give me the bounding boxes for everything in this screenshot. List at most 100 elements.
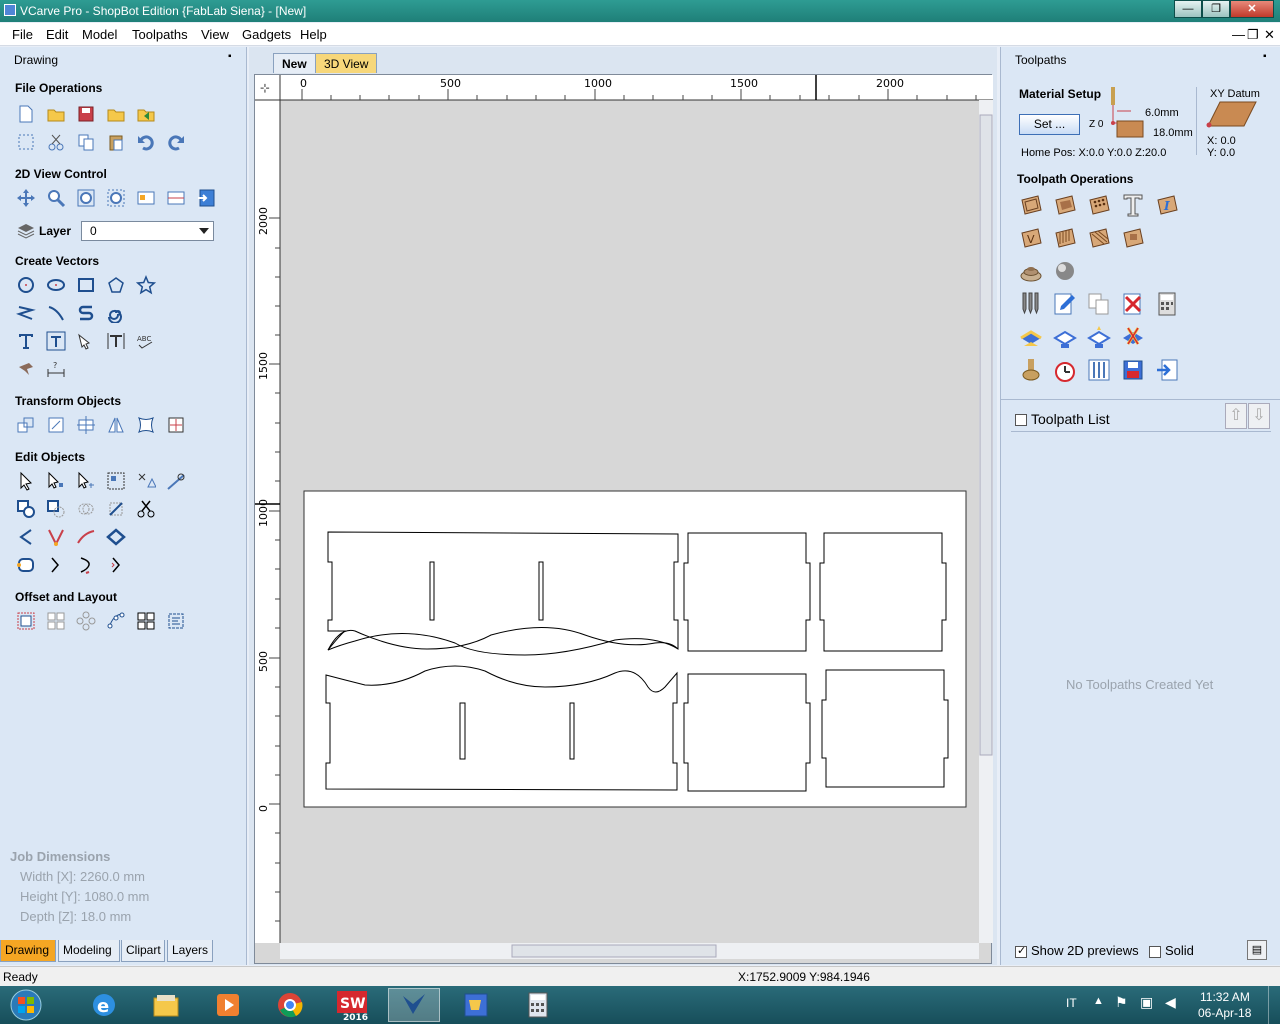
node-edit-icon[interactable]	[45, 470, 67, 492]
text-on-curve-icon[interactable]	[75, 330, 97, 352]
interactive-transform-icon[interactable]	[75, 470, 97, 492]
tab-clipart[interactable]: Clipart	[121, 940, 165, 962]
ungroup-icon[interactable]	[135, 470, 157, 492]
switch-view-icon[interactable]	[195, 187, 217, 209]
volume-icon[interactable]: ◀	[1165, 994, 1176, 1011]
measure-icon[interactable]	[165, 470, 187, 492]
group-icon[interactable]	[105, 470, 127, 492]
new-file-icon[interactable]	[15, 103, 37, 125]
preview-selected-icon[interactable]	[1051, 323, 1079, 351]
profile-toolpath-icon[interactable]	[1017, 191, 1045, 219]
trace-bitmap-icon[interactable]	[15, 358, 37, 380]
menu-file[interactable]: File	[12, 27, 33, 42]
quick-engrave-icon[interactable]	[1119, 191, 1147, 219]
toolpath-template-icon[interactable]	[1085, 356, 1113, 384]
offset-curve-icon[interactable]	[105, 554, 127, 576]
chrome-icon[interactable]	[264, 988, 316, 1022]
vertical-scroll-thumb[interactable]	[979, 114, 993, 756]
tab-3d-view[interactable]: 3D View	[315, 53, 378, 73]
draw-spiral-icon[interactable]	[105, 302, 127, 324]
join-vectors-icon[interactable]	[105, 526, 127, 548]
export-toolpath-icon[interactable]	[1153, 356, 1181, 384]
clock-time[interactable]: 11:32 AM	[1200, 990, 1250, 1004]
offset-icon[interactable]	[15, 610, 37, 632]
draw-text-icon[interactable]	[15, 330, 37, 352]
app-taskbar-icon[interactable]	[450, 988, 502, 1022]
anchor-icon[interactable]	[165, 414, 187, 436]
show-2d-previews-checkbox[interactable]	[1015, 944, 1027, 958]
calculator-icon[interactable]	[1153, 290, 1181, 318]
trim-icon[interactable]	[105, 498, 127, 520]
tab-new[interactable]: New	[273, 53, 316, 73]
mirror-icon[interactable]	[105, 414, 127, 436]
close-button[interactable]: ✕	[1230, 0, 1274, 18]
2d-view[interactable]: 0 500 1000 1500 2000 2000 1500 1000 500 …	[254, 74, 993, 965]
redo-icon[interactable]	[165, 131, 187, 153]
copy-along-vector-icon[interactable]	[105, 610, 127, 632]
vcarve-taskbar-icon[interactable]	[388, 988, 440, 1022]
pin-icon[interactable]: ▪	[1263, 51, 1267, 62]
toolpath-summary-icon[interactable]: ▤	[1247, 940, 1267, 960]
array-copy-icon[interactable]	[45, 610, 67, 632]
extend-icon[interactable]	[45, 526, 67, 548]
open-recent-icon[interactable]	[105, 103, 127, 125]
action-center-icon[interactable]: ⚑	[1115, 994, 1128, 1011]
auto-layout-text-icon[interactable]	[45, 330, 67, 352]
view-options-icon[interactable]	[135, 187, 157, 209]
save-file-icon[interactable]	[75, 103, 97, 125]
clock-date[interactable]: 06-Apr-18	[1198, 1006, 1251, 1020]
solid-option[interactable]: Solid	[1149, 943, 1194, 958]
weld-icon[interactable]	[15, 498, 37, 520]
menu-view[interactable]: View	[201, 27, 229, 42]
solid-checkbox[interactable]	[1149, 945, 1161, 958]
zoom-selected-icon[interactable]	[105, 187, 127, 209]
zoom-icon[interactable]	[45, 187, 67, 209]
show-hidden-icons-icon[interactable]: ▲	[1093, 995, 1104, 1007]
pan-icon[interactable]	[15, 187, 37, 209]
merge-toolpaths-icon[interactable]	[1085, 290, 1113, 318]
tab-layers[interactable]: Layers	[167, 940, 213, 962]
media-player-icon[interactable]	[202, 988, 254, 1022]
2d-canvas[interactable]: 0 500 1000 1500 2000 2000 1500 1000 500 …	[255, 75, 993, 965]
undo-icon[interactable]	[135, 131, 157, 153]
fluting-toolpath-icon[interactable]: V	[1017, 224, 1045, 252]
calculator-taskbar-icon[interactable]	[512, 988, 564, 1022]
align-icon[interactable]	[75, 414, 97, 436]
horizontal-scroll-thumb[interactable]	[511, 944, 717, 958]
dimensions-icon[interactable]: ?	[45, 358, 67, 380]
paste-icon[interactable]	[105, 131, 127, 153]
draw-rectangle-icon[interactable]	[75, 274, 97, 296]
preview-material-icon[interactable]	[1017, 323, 1045, 351]
menu-toolpaths[interactable]: Toolpaths	[132, 27, 188, 42]
texture-toolpath-icon[interactable]	[1051, 224, 1079, 252]
select-pointer-icon[interactable]	[15, 470, 37, 492]
animate-preview-icon[interactable]	[1017, 356, 1045, 384]
moulding-toolpath-icon[interactable]	[1119, 224, 1147, 252]
menu-model[interactable]: Model	[82, 27, 117, 42]
zoom-extents-icon[interactable]	[75, 187, 97, 209]
solidworks-icon[interactable]: SW 2016	[326, 988, 378, 1022]
finishing-toolpath-icon[interactable]	[1051, 257, 1079, 285]
smooth-icon[interactable]	[45, 554, 67, 576]
distort-icon[interactable]	[135, 414, 157, 436]
select-all-icon[interactable]	[15, 131, 37, 153]
spell-check-icon[interactable]: ABC	[135, 330, 157, 352]
import-icon[interactable]	[135, 103, 157, 125]
start-button[interactable]	[0, 988, 52, 1022]
delete-toolpath-icon[interactable]	[1119, 290, 1147, 318]
draw-star-icon[interactable]	[135, 274, 157, 296]
draw-bezier-icon[interactable]	[75, 302, 97, 324]
curve-fit-icon[interactable]	[75, 526, 97, 548]
reset-preview-icon[interactable]	[1119, 323, 1147, 351]
mdi-close-button[interactable]: ✕	[1264, 27, 1275, 43]
file-explorer-icon[interactable]	[140, 988, 192, 1022]
show-2d-previews-option[interactable]: Show 2D previews	[1015, 943, 1139, 958]
cut-icon[interactable]	[45, 131, 67, 153]
menu-help[interactable]: Help	[300, 27, 327, 42]
label-parts-icon[interactable]	[165, 610, 187, 632]
input-language[interactable]: IT	[1066, 996, 1077, 1010]
draw-circle-icon[interactable]	[15, 274, 37, 296]
network-icon[interactable]: ▣	[1140, 994, 1153, 1011]
mdi-restore-button[interactable]: ❐	[1247, 27, 1259, 43]
toolpath-list-checkbox[interactable]	[1015, 414, 1027, 427]
